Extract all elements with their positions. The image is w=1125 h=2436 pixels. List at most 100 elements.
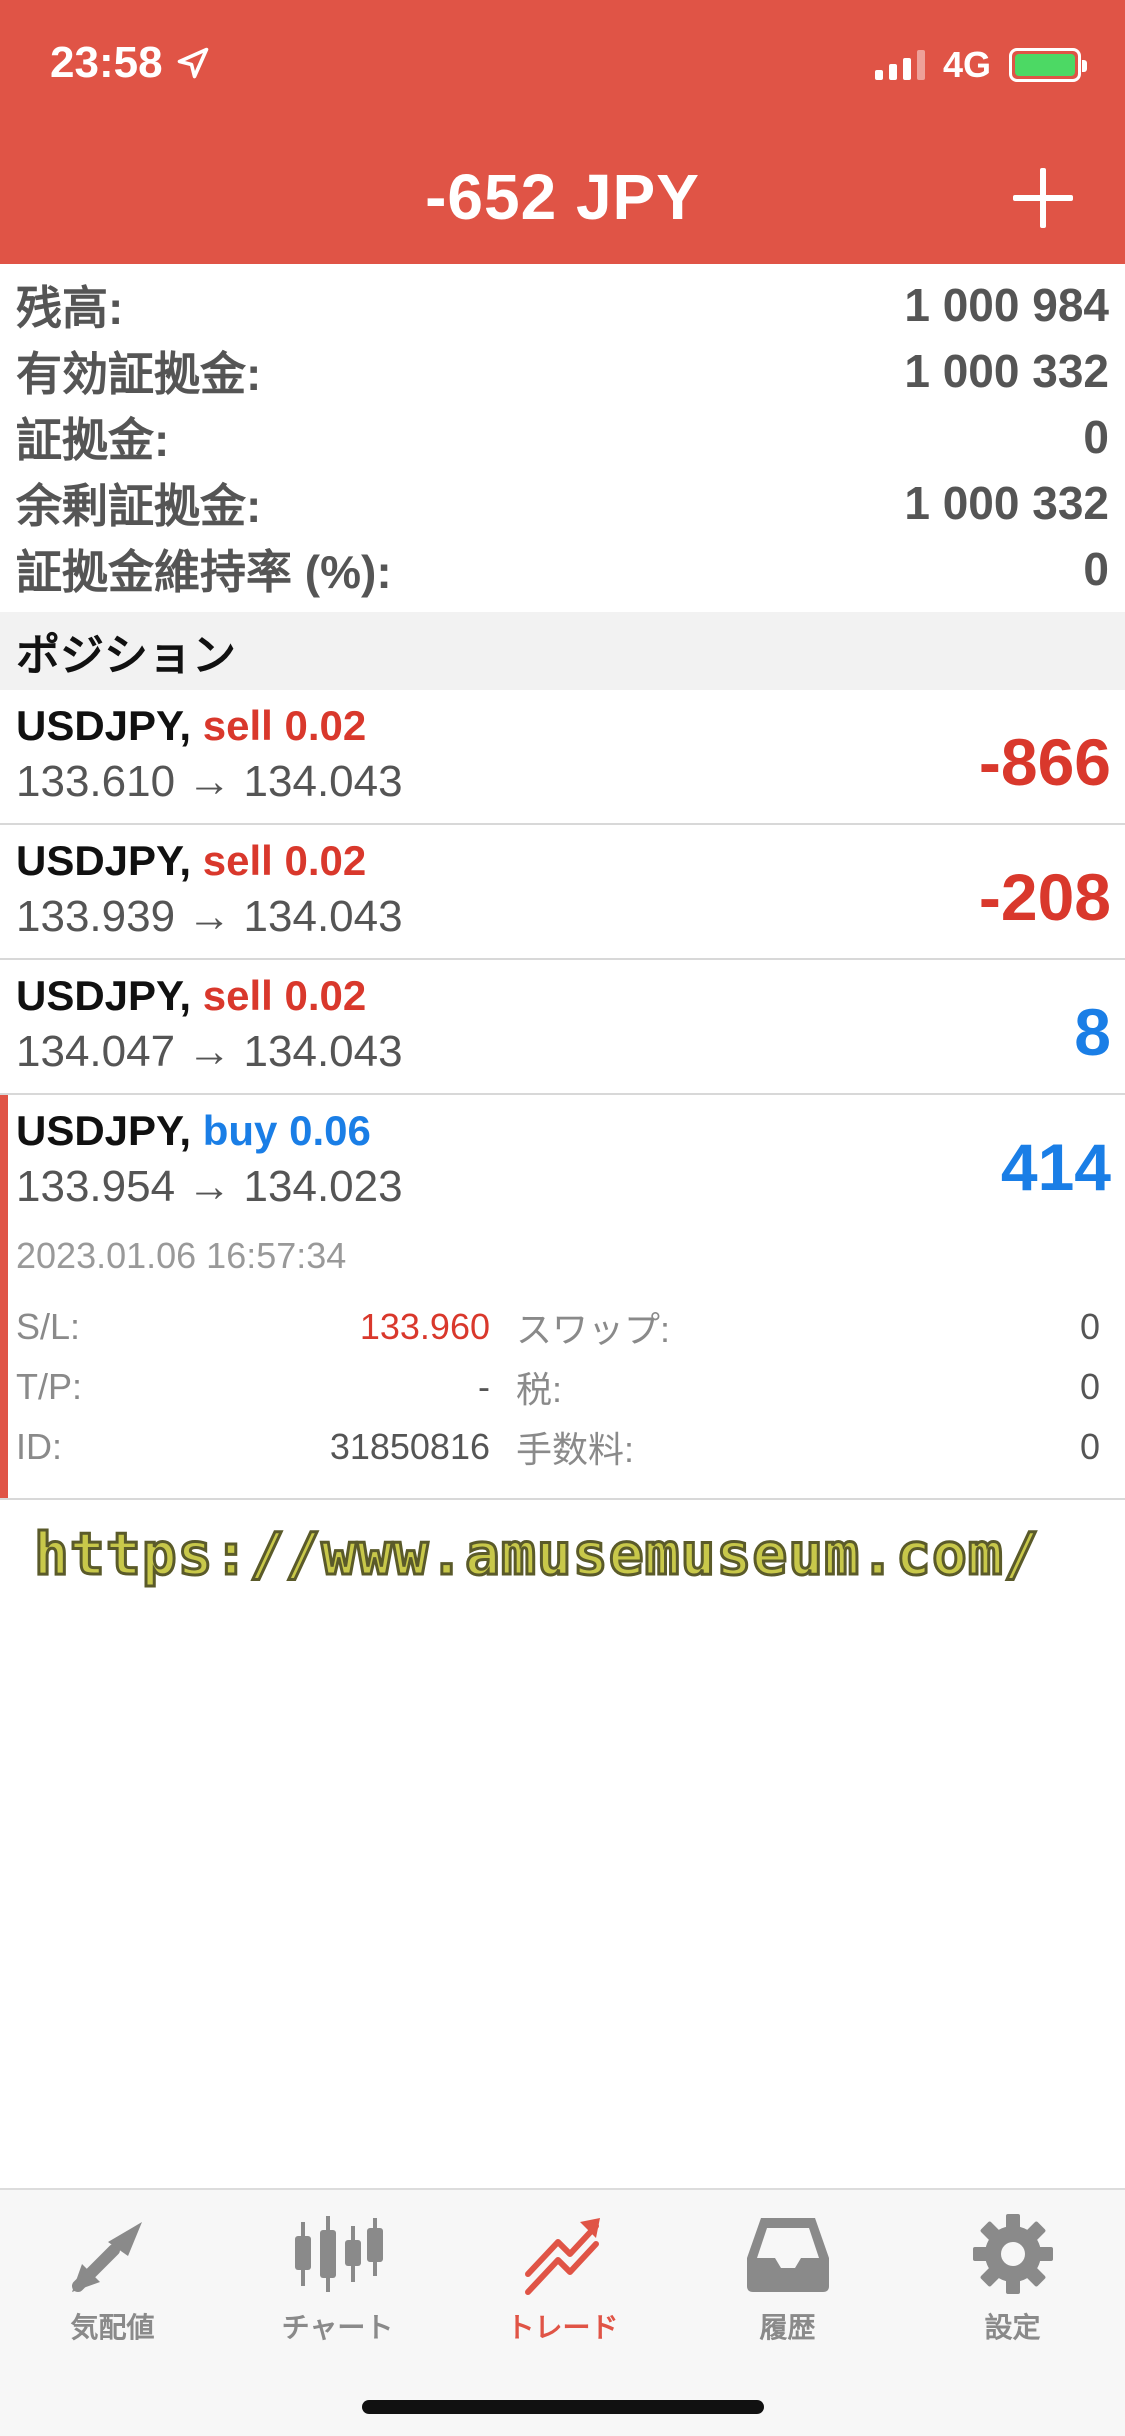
position-side: sell 0.02 (202, 702, 367, 749)
network-label: 4G (942, 44, 991, 85)
summary-row-margin: 証拠金: 0 (0, 404, 1125, 470)
home-indicator[interactable] (362, 2400, 764, 2414)
open-price: 134.047 (16, 1027, 176, 1076)
current-price: 134.043 (243, 892, 403, 941)
position-open-time: 2023.01.06 16:57:34 (16, 1235, 347, 1276)
summary-row-equity: 有効証拠金: 1 000 332 (0, 338, 1125, 404)
detail-label: スワップ: (516, 1309, 671, 1350)
summary-row-balance: 残高: 1 000 984 (0, 272, 1125, 338)
arrow-icon: → (187, 892, 232, 941)
detail-value: - (478, 1366, 490, 1407)
position-profit: 414 (1000, 1130, 1111, 1204)
position-prices: 134.047 → 134.043 (16, 1022, 1109, 1082)
detail-value: 133.960 (359, 1306, 490, 1347)
detail-tp: T/P: - (16, 1357, 490, 1417)
status-indicators: 4G (874, 44, 1087, 86)
detail-swap: スワップ: 0 (490, 1297, 1100, 1357)
arrow-icon: → (187, 757, 232, 806)
positions-list: USDJPY, sell 0.02 133.610 → 134.043 -866… (0, 690, 1125, 1500)
tab-label: 気配値 (70, 2312, 155, 2343)
open-price: 133.939 (16, 892, 176, 941)
summary-value: 1 000 332 (904, 477, 1109, 529)
tab-label: 設定 (984, 2312, 1041, 2343)
tab-bar: 気配値 チャート トレード 履歴 設定 (0, 2188, 1125, 2436)
position-details: S/L: 133.960 スワップ: 0 T/P: - 税: 0 ID: 318… (16, 1297, 1109, 1477)
tab-settings[interactable]: 設定 (900, 2190, 1125, 2360)
tab-history[interactable]: 履歴 (675, 2190, 900, 2360)
detail-value: 0 (1079, 1306, 1100, 1347)
summary-label: 証拠金: (16, 414, 170, 466)
current-price: 134.043 (243, 757, 403, 806)
open-price: 133.954 (16, 1162, 176, 1211)
quotes-icon (71, 2222, 142, 2292)
current-price: 134.023 (243, 1162, 403, 1211)
location-arrow-icon (177, 47, 208, 79)
settings-icon (972, 2214, 1053, 2294)
tab-chart[interactable]: チャート (225, 2190, 450, 2360)
position-row[interactable]: USDJPY, sell 0.02 134.047 → 134.043 8 (0, 960, 1125, 1095)
position-profit: -208 (978, 860, 1111, 934)
tab-label: トレード (506, 2312, 619, 2343)
status-time-text: 23:58 (50, 38, 163, 87)
position-row[interactable]: USDJPY, sell 0.02 133.939 → 134.043 -208 (0, 825, 1125, 960)
summary-value: 1 000 332 (904, 345, 1109, 397)
detail-label: T/P: (16, 1366, 83, 1407)
position-side: sell 0.02 (202, 837, 367, 884)
history-icon (746, 2218, 829, 2292)
summary-value: 0 (1083, 411, 1109, 463)
battery-icon (1009, 48, 1087, 82)
trade-icon (524, 2218, 600, 2295)
position-symbol: USDJPY, (16, 972, 192, 1019)
position-title: USDJPY, sell 0.02 (16, 970, 1109, 1022)
tab-trade[interactable]: トレード (450, 2190, 675, 2360)
position-prices: 133.954 → 134.023 (16, 1157, 1109, 1217)
open-price: 133.610 (16, 757, 176, 806)
summary-label: 余剰証拠金: (16, 480, 262, 532)
position-symbol: USDJPY, (16, 1107, 192, 1154)
position-profit: 8 (1074, 995, 1111, 1069)
position-title: USDJPY, sell 0.02 (16, 700, 1109, 752)
tab-quotes[interactable]: 気配値 (0, 2190, 225, 2360)
detail-label: S/L: (16, 1306, 81, 1347)
summary-row-free-margin: 余剰証拠金: 1 000 332 (0, 470, 1125, 536)
detail-value: 0 (1079, 1366, 1100, 1407)
position-symbol: USDJPY, (16, 837, 192, 884)
position-title: USDJPY, sell 0.02 (16, 835, 1109, 887)
detail-value: 31850816 (329, 1426, 490, 1467)
tab-label: 履歴 (759, 2312, 816, 2343)
new-order-plus-button[interactable] (1013, 168, 1073, 228)
detail-id: ID: 31850816 (16, 1417, 490, 1477)
position-prices: 133.939 → 134.043 (16, 887, 1109, 947)
position-profit: -866 (978, 725, 1111, 799)
summary-label: 有効証拠金: (16, 348, 262, 400)
arrow-icon: → (187, 1027, 232, 1076)
summary-label: 証拠金維持率 (%): (16, 546, 392, 598)
summary-value: 1 000 984 (904, 279, 1109, 331)
detail-label: 手数料: (516, 1429, 635, 1470)
detail-value: 0 (1079, 1426, 1100, 1467)
chart-icon (294, 2216, 383, 2292)
position-row[interactable]: USDJPY, sell 0.02 133.610 → 134.043 -866 (0, 690, 1125, 825)
account-summary: 残高: 1 000 984 有効証拠金: 1 000 332 証拠金: 0 余剰… (0, 272, 1125, 602)
position-side: sell 0.02 (202, 972, 367, 1019)
detail-fee: 手数料: 0 (490, 1417, 1100, 1477)
header-bar: 23:58 4G -652 JPY (0, 0, 1125, 264)
position-prices: 133.610 → 134.043 (16, 752, 1109, 812)
summary-label: 残高: (16, 282, 124, 334)
position-symbol: USDJPY, (16, 702, 192, 749)
floating-profit-title: -652 JPY (425, 161, 700, 233)
signal-icon (874, 50, 925, 80)
detail-tax: 税: 0 (490, 1357, 1100, 1417)
arrow-icon: → (187, 1162, 232, 1211)
position-row-expanded[interactable]: USDJPY, buy 0.06 133.954 → 134.023 414 2… (0, 1095, 1125, 1500)
tab-label: チャート (281, 2312, 394, 2343)
summary-row-margin-level: 証拠金維持率 (%): 0 (0, 536, 1125, 602)
selected-marker (0, 1095, 8, 1498)
position-side: buy 0.06 (202, 1107, 371, 1154)
detail-label: 税: (516, 1369, 563, 1410)
positions-section-header: ポジション (0, 612, 1125, 690)
summary-value: 0 (1083, 543, 1109, 595)
status-time: 23:58 (50, 38, 211, 88)
current-price: 134.043 (243, 1027, 403, 1076)
detail-sl: S/L: 133.960 (16, 1297, 490, 1357)
